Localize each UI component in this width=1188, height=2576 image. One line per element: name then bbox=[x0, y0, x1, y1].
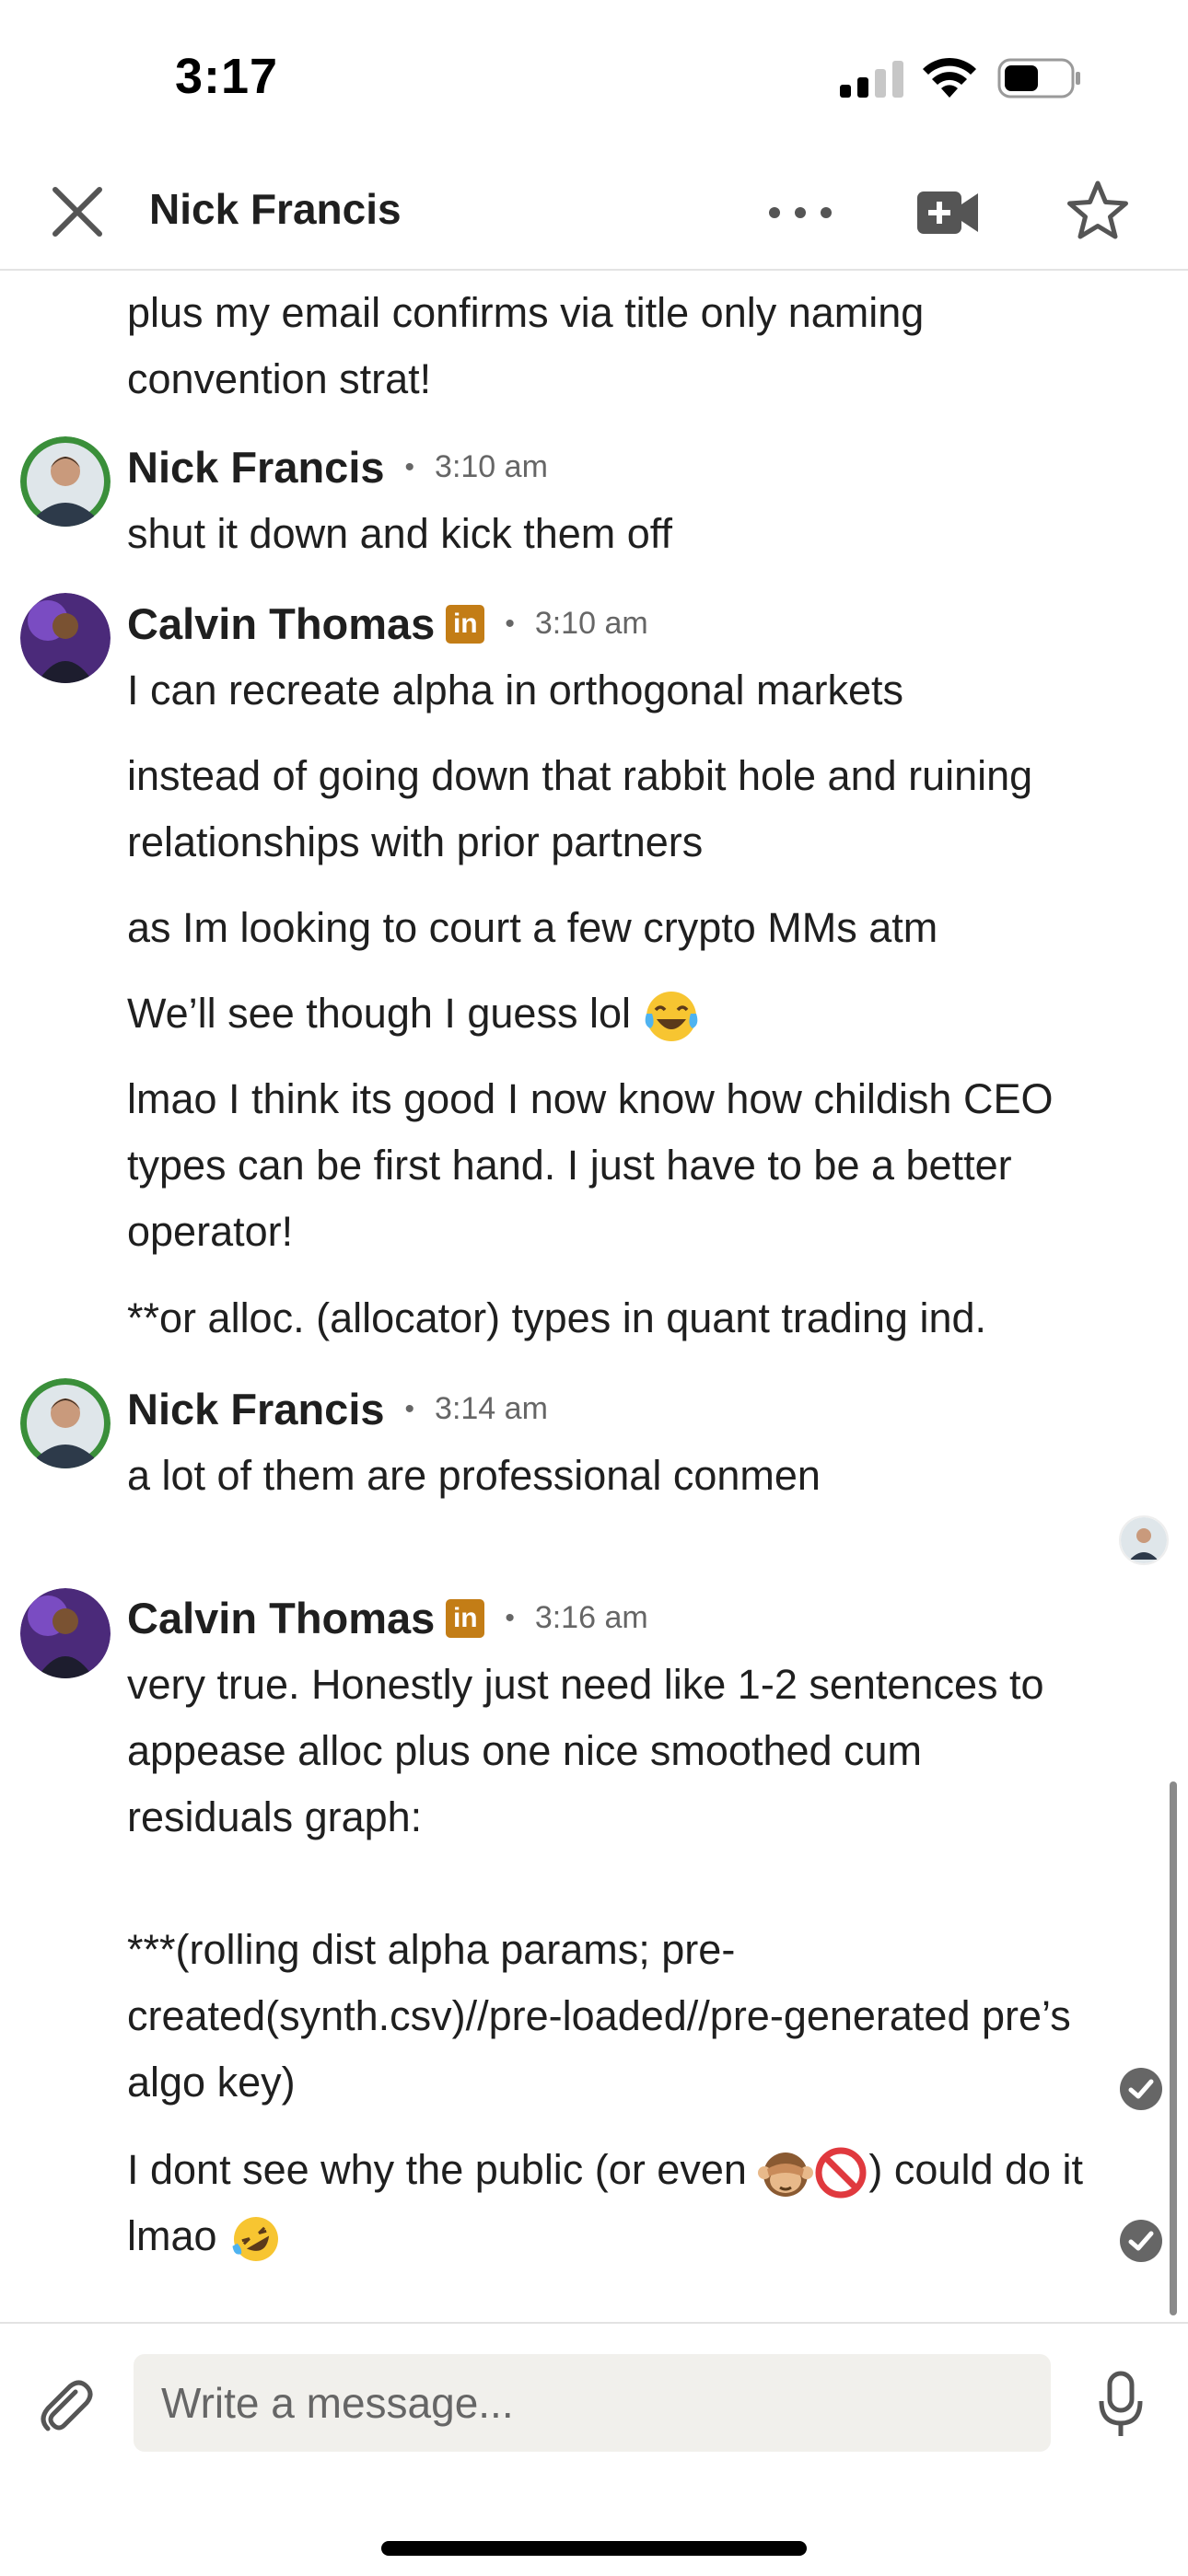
avatar[interactable] bbox=[20, 1588, 111, 1678]
message-timestamp: 3:10 am bbox=[435, 449, 548, 484]
video-call-icon[interactable] bbox=[915, 186, 980, 239]
separator-dot: • bbox=[505, 1602, 515, 1633]
separator-dot: • bbox=[404, 451, 415, 482]
sender-name[interactable]: Nick Francis bbox=[127, 1384, 385, 1434]
paperclip-icon[interactable] bbox=[33, 2373, 99, 2440]
message-timestamp: 3:16 am bbox=[534, 1600, 648, 1635]
message-item: I dont see why the public (or even ) cou… bbox=[127, 2137, 1094, 2269]
linkedin-icon: in bbox=[446, 1598, 485, 1638]
message-item: We’ll see though I guess lol bbox=[127, 981, 1094, 1047]
conversation-title[interactable]: Nick Francis bbox=[149, 184, 402, 234]
message-text: **or alloc. (allocator) types in quant t… bbox=[127, 1294, 987, 1341]
separator-dot: • bbox=[505, 608, 515, 639]
message-text: instead of going down that rabbit hole a… bbox=[127, 752, 1044, 865]
message-header: Calvin Thomas in • 3:16 am bbox=[127, 1593, 648, 1643]
message-text: plus my email confirms via title only na… bbox=[127, 289, 936, 402]
avatar[interactable] bbox=[20, 593, 111, 683]
message-text: lmao I think its good I now know how chi… bbox=[127, 1075, 1065, 1255]
tears-of-joy-emoji-icon bbox=[645, 992, 697, 1042]
star-icon[interactable] bbox=[1066, 179, 1130, 243]
message-timestamp: 3:10 am bbox=[534, 606, 648, 641]
message-input[interactable] bbox=[134, 2354, 1051, 2452]
message-text: I dont see why the public (or even bbox=[127, 2146, 747, 2193]
sender-name[interactable]: Calvin Thomas bbox=[127, 1593, 435, 1643]
message-header: Nick Francis • 3:14 am bbox=[127, 1384, 548, 1434]
battery-icon bbox=[997, 58, 1080, 99]
see-no-evil-monkey-emoji-icon bbox=[758, 2152, 814, 2198]
conversation-header: Nick Francis bbox=[0, 157, 1188, 271]
sender-name[interactable]: Calvin Thomas bbox=[127, 598, 435, 649]
read-check-icon bbox=[1120, 2068, 1162, 2110]
status-bar: 3:17 bbox=[0, 0, 1188, 157]
message-header: Calvin Thomas in • 3:10 am bbox=[127, 598, 648, 649]
more-icon[interactable] bbox=[766, 191, 834, 234]
message-text: We’ll see though I guess lol bbox=[127, 990, 631, 1037]
microphone-icon[interactable] bbox=[1098, 2370, 1144, 2440]
message-composer bbox=[0, 2322, 1188, 2576]
separator-dot: • bbox=[404, 1393, 415, 1424]
avatar[interactable] bbox=[20, 1378, 111, 1468]
message-list[interactable]: plus my email confirms via title only na… bbox=[0, 271, 1188, 2322]
seen-by-avatar bbox=[1119, 1515, 1169, 1565]
cellular-signal-icon bbox=[840, 61, 903, 98]
status-time: 3:17 bbox=[175, 49, 279, 104]
message-text: I can recreate alpha in orthogonal marke… bbox=[127, 667, 903, 714]
sender-name[interactable]: Nick Francis bbox=[127, 442, 385, 493]
message-text: as Im looking to court a few crypto MMs … bbox=[127, 904, 938, 951]
avatar[interactable] bbox=[20, 436, 111, 527]
scrollbar[interactable] bbox=[1170, 1781, 1177, 2315]
prohibited-emoji-icon bbox=[815, 2147, 867, 2199]
linkedin-icon: in bbox=[446, 604, 485, 644]
message-text: a lot of them are professional conmen bbox=[127, 1452, 821, 1499]
home-indicator bbox=[381, 2541, 807, 2556]
message-timestamp: 3:14 am bbox=[435, 1391, 548, 1426]
message-text: very true. Honestly just need like 1-2 s… bbox=[127, 1661, 1071, 2106]
message-header: Nick Francis • 3:10 am bbox=[127, 442, 548, 493]
rolling-on-floor-laughing-emoji-icon bbox=[232, 2217, 279, 2262]
close-icon[interactable] bbox=[44, 179, 111, 245]
wifi-icon bbox=[923, 57, 976, 98]
read-check-icon bbox=[1120, 2220, 1162, 2262]
message-text: shut it down and kick them off bbox=[127, 510, 672, 557]
